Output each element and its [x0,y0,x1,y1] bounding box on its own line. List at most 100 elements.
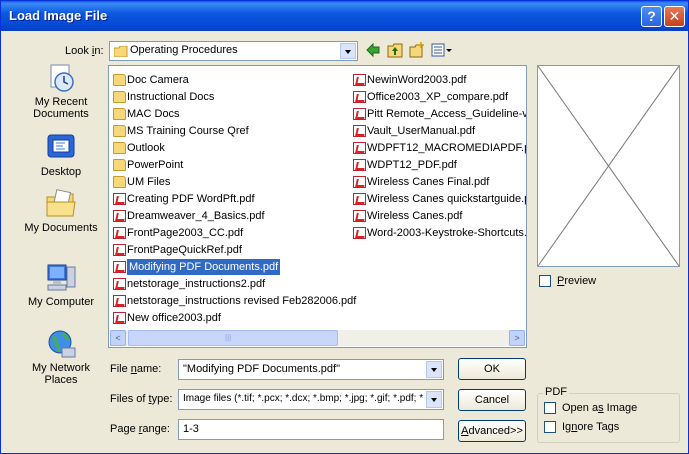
open-as-image-checkbox[interactable] [544,402,556,414]
file-list-item[interactable]: netstorage_instructions revised Feb28200… [112,293,356,310]
pdf-file-icon [113,278,126,290]
file-list-item[interactable]: Wireless Canes Final.pdf [352,174,526,191]
close-button[interactable]: ✕ [664,6,685,27]
no-preview-image [537,65,680,267]
look-in-dropdown-arrow[interactable] [340,43,356,59]
page-range-label: Page range: [110,423,170,435]
pdf-file-icon [113,193,126,205]
cancel-button[interactable]: Cancel [458,389,526,411]
back-arrow-icon[interactable] [365,42,381,58]
place-desktop[interactable]: Desktop [15,133,107,178]
recent-documents-icon [50,64,74,92]
preview-checkbox[interactable] [539,275,551,287]
file-list-item[interactable]: PowerPoint [112,157,344,174]
file-list-item[interactable]: Outlook [112,140,344,157]
file-list-item[interactable]: Wireless Canes.pdf [352,208,526,225]
pdf-file-icon [353,142,366,154]
file-name-combo[interactable]: "Modifying PDF Documents.pdf" [178,359,444,380]
horizontal-scrollbar[interactable]: < ||| > [110,330,525,346]
pdf-file-icon [353,193,366,205]
file-name-text: Wireless Canes Final.pdf [367,176,490,188]
file-list-item[interactable]: WDPFT12_MACROMEDIAPDF.pdf [352,140,526,157]
place-my-recent-documents[interactable]: My Recent Documents [15,63,107,120]
title-bar[interactable]: Load Image File ? ✕ [1,1,688,31]
file-name-text: Word-2003-Keystroke-Shortcuts.p [367,227,526,239]
file-list-item[interactable]: UM Files [112,174,344,191]
file-list-item[interactable]: MS Training Course Qref [112,123,344,140]
preview-pane [537,65,680,267]
file-list-item[interactable]: Instructional Docs [112,89,344,106]
file-name-text: MS Training Course Qref [127,125,249,137]
load-image-file-dialog: Load Image File ? ✕ Look in: Operating P… [0,0,689,454]
help-button[interactable]: ? [641,6,662,27]
new-folder-icon[interactable] [409,42,425,58]
file-list-item[interactable]: MAC Docs [112,106,344,123]
file-name-text: Wireless Canes.pdf [367,210,463,222]
scroll-thumb[interactable]: ||| [128,330,338,346]
pdf-group-label: PDF [543,386,569,398]
file-name-text: Doc Camera [127,74,189,86]
file-name-text: FrontPage2003_CC.pdf [127,227,244,239]
window-title: Load Image File [9,8,108,23]
file-list-item[interactable]: Vault_UserManual.pdf [352,123,526,140]
file-name-value[interactable]: "Modifying PDF Documents.pdf" [183,363,340,375]
places-bar: My Recent Documents Desktop My Documents [15,63,107,405]
place-my-computer[interactable]: My Computer [15,263,107,308]
my-computer-icon [47,264,76,291]
folder-icon [114,46,128,57]
pdf-file-icon [113,312,126,324]
ignore-tags-checkbox[interactable] [544,421,556,433]
pdf-options-group [537,393,680,443]
file-list-item[interactable]: Doc Camera [112,72,344,89]
view-menu-icon[interactable] [431,42,453,58]
place-label: Desktop [40,166,82,178]
file-list[interactable]: Doc Camera Instructional Docs MAC Docs MS T… [108,65,527,348]
file-list-item[interactable]: Creating PDF WordPft.pdf [112,191,344,208]
place-my-network-places[interactable]: My Network Places [15,329,107,386]
up-folder-icon[interactable] [387,42,403,58]
desktop-icon [47,134,75,158]
files-of-type-dropdown-arrow[interactable] [426,391,442,408]
file-name-text: New office2003.pdf [127,312,221,324]
file-name-dropdown-arrow[interactable] [426,361,442,378]
scroll-right-button[interactable]: > [509,330,525,346]
advanced-button[interactable]: Advanced>> [458,420,526,442]
file-list-item[interactable]: New office2003.pdf [112,310,344,327]
page-range-input[interactable]: 1-3 [178,419,444,440]
file-name-text: Outlook [127,142,165,154]
file-name-text: netstorage_instructions2.pdf [127,278,266,290]
folder-icon [113,125,126,137]
file-list-item[interactable]: Pitt Remote_Access_Guideline-vs-2 [352,106,526,123]
file-list-item[interactable]: NewinWord2003.pdf [352,72,526,89]
folder-icon [113,74,126,86]
file-list-item[interactable]: Dreamweaver_4_Basics.pdf [112,208,344,225]
file-list-item[interactable]: Wireless Canes quickstartguide.pdf [352,191,526,208]
file-list-item[interactable]: netstorage_instructions2.pdf [112,276,344,293]
look-in-dropdown[interactable]: Operating Procedures [109,41,358,61]
file-name-text: UM Files [127,176,171,188]
place-label: My Network Places [31,362,91,386]
pdf-file-icon [353,108,366,120]
file-list-item[interactable]: Word-2003-Keystroke-Shortcuts.p [352,225,526,242]
file-name-text: Instructional Docs [127,91,215,103]
pdf-file-icon [113,210,126,222]
file-list-item[interactable]: Office2003_XP_compare.pdf [352,89,526,106]
file-list-item[interactable]: FrontPageQuickRef.pdf [112,242,344,259]
toolbar [365,41,465,59]
files-of-type-dropdown[interactable]: Image files (*.tif; *.pcx; *.dcx; *.bmp;… [178,389,444,410]
file-list-item[interactable]: WDPT12_PDF.pdf [352,157,526,174]
file-name-text: Modifying PDF Documents.pdf [127,259,281,275]
scroll-left-button[interactable]: < [110,330,126,346]
pdf-file-icon [113,261,126,273]
ok-button[interactable]: OK [458,358,526,380]
pdf-file-icon [113,227,126,239]
network-places-icon [48,330,76,358]
place-my-documents[interactable]: My Documents [15,189,107,234]
pdf-file-icon [353,74,366,86]
file-name-text: WDPT12_PDF.pdf [367,159,457,171]
file-list-item[interactable]: FrontPage2003_CC.pdf [112,225,344,242]
file-list-column-2: NewinWord2003.pdf Office2003_XP_compare.p… [352,72,526,242]
folder-icon [113,142,126,154]
file-list-item[interactable]: Modifying PDF Documents.pdf [112,259,344,276]
file-name-text: Wireless Canes quickstartguide.pdf [367,193,526,205]
